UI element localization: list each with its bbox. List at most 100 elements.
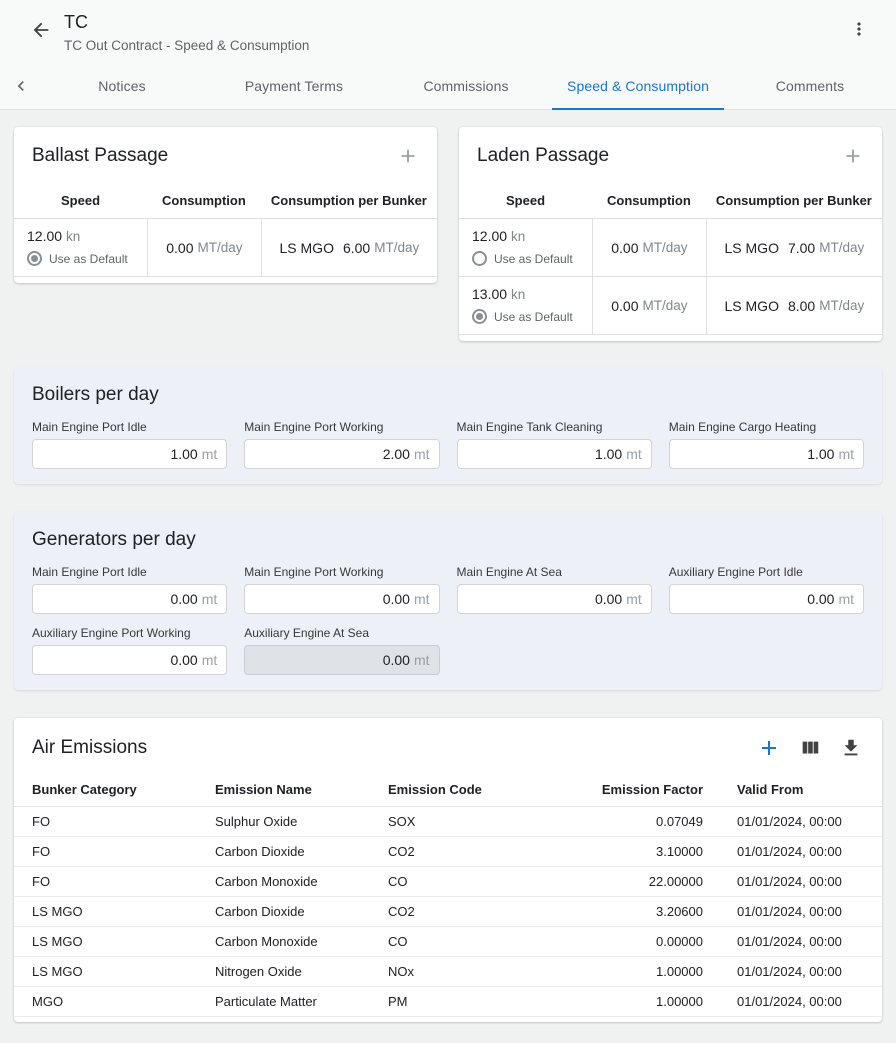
- tab-speed-consumption[interactable]: Speed & Consumption: [552, 62, 724, 109]
- emissions-table-row[interactable]: FOSulphur OxideSOX0.0704901/01/2024, 00:…: [14, 807, 882, 837]
- main-engine-port-working-input[interactable]: 0.00mt: [244, 584, 439, 614]
- bunker-unit: MT/day: [819, 298, 864, 313]
- tabs-scroll-left-button[interactable]: [6, 62, 36, 109]
- generators-title: Generators per day: [32, 529, 864, 551]
- tab-commissions[interactable]: Commissions: [380, 62, 552, 109]
- add-ballast-speed-button[interactable]: [395, 143, 421, 169]
- field-label: Main Engine Port Working: [244, 565, 439, 579]
- emissions-cell: NOx: [388, 964, 568, 979]
- emissions-cell: FO: [32, 814, 215, 829]
- emissions-column-header-emission-name: Emission Name: [215, 782, 388, 797]
- field-value: 1.00: [595, 446, 622, 462]
- emissions-table-row[interactable]: MGOParticulate MatterPM1.0000001/01/2024…: [14, 987, 882, 1017]
- emissions-cell: CO2: [388, 844, 568, 859]
- radio-icon: [472, 309, 487, 324]
- consumption-cell: 0.00MT/day: [147, 219, 261, 276]
- emissions-cell: 01/01/2024, 00:00: [703, 964, 864, 979]
- field-value: 0.00: [170, 591, 197, 607]
- laden-passage-card: Laden Passage SpeedConsumptionConsumptio…: [459, 127, 882, 341]
- field-value: 1.00: [170, 446, 197, 462]
- bunker-name: LS MGO: [725, 298, 779, 314]
- field-label: Main Engine Port Idle: [32, 565, 227, 579]
- download-icon: [840, 737, 862, 759]
- use-as-default-radio[interactable]: Use as Default: [27, 251, 139, 266]
- field-main-engine-port-idle: Main Engine Port Idle1.00mt: [32, 420, 227, 469]
- main-engine-port-working-input[interactable]: 2.00mt: [244, 439, 439, 469]
- boilers-section: Boilers per day Main Engine Port Idle1.0…: [14, 367, 882, 484]
- add-emission-button[interactable]: [756, 735, 782, 761]
- tab-comments[interactable]: Comments: [724, 62, 896, 109]
- back-button[interactable]: [28, 17, 54, 43]
- bunker-consumption-cell: LS MGO8.00MT/day: [706, 277, 882, 334]
- field-value: 0.00: [383, 591, 410, 607]
- use-as-default-radio[interactable]: Use as Default: [472, 251, 584, 266]
- main-engine-at-sea-input[interactable]: 0.00mt: [457, 584, 652, 614]
- air-emissions-section: Air Emissions Bunker CategoryEmission Na…: [14, 718, 882, 1022]
- emissions-table-row[interactable]: LS MGOCarbon DioxideCO23.2060001/01/2024…: [14, 897, 882, 927]
- emissions-cell: 3.10000: [568, 844, 703, 859]
- emissions-cell: FO: [32, 844, 215, 859]
- speed-cell: 13.00 knUse as Default: [459, 277, 592, 334]
- auxiliary-engine-port-idle-input[interactable]: 0.00mt: [669, 584, 864, 614]
- main-content: Ballast Passage SpeedConsumptionConsumpt…: [0, 110, 896, 1035]
- add-laden-speed-button[interactable]: [840, 143, 866, 169]
- tab-notices[interactable]: Notices: [36, 62, 208, 109]
- speed-value: 12.00: [472, 228, 511, 244]
- emissions-cell: Carbon Monoxide: [215, 934, 388, 949]
- chevron-left-icon: [11, 76, 31, 96]
- column-header-consumption: Consumption: [592, 193, 706, 208]
- emissions-column-header-emission-code: Emission Code: [388, 782, 568, 797]
- emissions-cell: Sulphur Oxide: [215, 814, 388, 829]
- bunker-unit: MT/day: [819, 240, 864, 255]
- tab-bar: NoticesPayment TermsCommissionsSpeed & C…: [0, 62, 896, 110]
- emissions-table-row[interactable]: FOCarbon MonoxideCO22.0000001/01/2024, 0…: [14, 867, 882, 897]
- column-settings-button[interactable]: [797, 735, 823, 761]
- emissions-table-row[interactable]: LS MGONitrogen OxideNOx1.0000001/01/2024…: [14, 957, 882, 987]
- emissions-cell: LS MGO: [32, 934, 215, 949]
- field-unit: mt: [414, 591, 430, 607]
- main-engine-port-idle-input[interactable]: 0.00 mt: [32, 584, 227, 614]
- field-unit: mt: [626, 591, 642, 607]
- use-as-default-radio[interactable]: Use as Default: [472, 309, 584, 324]
- use-as-default-label: Use as Default: [494, 310, 573, 324]
- tab-payment-terms[interactable]: Payment Terms: [208, 62, 380, 109]
- use-as-default-label: Use as Default: [49, 252, 128, 266]
- field-unit: mt: [202, 446, 218, 462]
- ballast-passage-card: Ballast Passage SpeedConsumptionConsumpt…: [14, 127, 437, 283]
- page-subtitle: TC Out Contract - Speed & Consumption: [64, 38, 309, 53]
- field-unit: mt: [838, 591, 854, 607]
- title-block: TC TC Out Contract - Speed & Consumption: [64, 10, 309, 53]
- emissions-table-row[interactable]: FOCarbon DioxideCO23.1000001/01/2024, 00…: [14, 837, 882, 867]
- ballast-passage-table: SpeedConsumptionConsumption per Bunker12…: [14, 183, 437, 277]
- ballast-passage-header: Ballast Passage: [14, 127, 437, 183]
- emissions-cell: CO: [388, 934, 568, 949]
- air-emissions-title: Air Emissions: [32, 737, 147, 759]
- field-unit: mt: [838, 446, 854, 462]
- column-header-consumption: Consumption: [147, 193, 261, 208]
- emissions-cell: CO2: [388, 904, 568, 919]
- ballast-passage-title: Ballast Passage: [32, 145, 168, 167]
- main-engine-tank-cleaning-input[interactable]: 1.00mt: [457, 439, 652, 469]
- column-header-speed: Speed: [14, 193, 147, 208]
- page-title: TC: [64, 10, 309, 34]
- field-value: 0.00: [170, 652, 197, 668]
- column-header-consumption-per-bunker: Consumption per Bunker: [261, 193, 437, 208]
- emissions-cell: 01/01/2024, 00:00: [703, 874, 864, 889]
- consumption-unit: MT/day: [198, 240, 243, 255]
- main-engine-port-idle-input[interactable]: 1.00 mt: [32, 439, 227, 469]
- emissions-cell: 22.00000: [568, 874, 703, 889]
- bunker-name: LS MGO: [725, 240, 779, 256]
- field-main-engine-port-working: Main Engine Port Working2.00mt: [244, 420, 439, 469]
- download-button[interactable]: [838, 735, 864, 761]
- emissions-table-row[interactable]: LS MGOCarbon MonoxideCO0.0000001/01/2024…: [14, 927, 882, 957]
- field-value: 0.00: [383, 652, 410, 668]
- emissions-cell: Carbon Dioxide: [215, 844, 388, 859]
- main-engine-cargo-heating-input[interactable]: 1.00mt: [669, 439, 864, 469]
- passage-data-row: 12.00 knUse as Default0.00MT/dayLS MGO6.…: [14, 219, 437, 277]
- column-header-consumption-per-bunker: Consumption per Bunker: [706, 193, 882, 208]
- more-options-button[interactable]: [846, 16, 872, 42]
- auxiliary-engine-port-working-input[interactable]: 0.00mt: [32, 645, 227, 675]
- field-unit: mt: [202, 591, 218, 607]
- bunker-name: LS MGO: [280, 240, 334, 256]
- field-label: Auxiliary Engine At Sea: [244, 626, 439, 640]
